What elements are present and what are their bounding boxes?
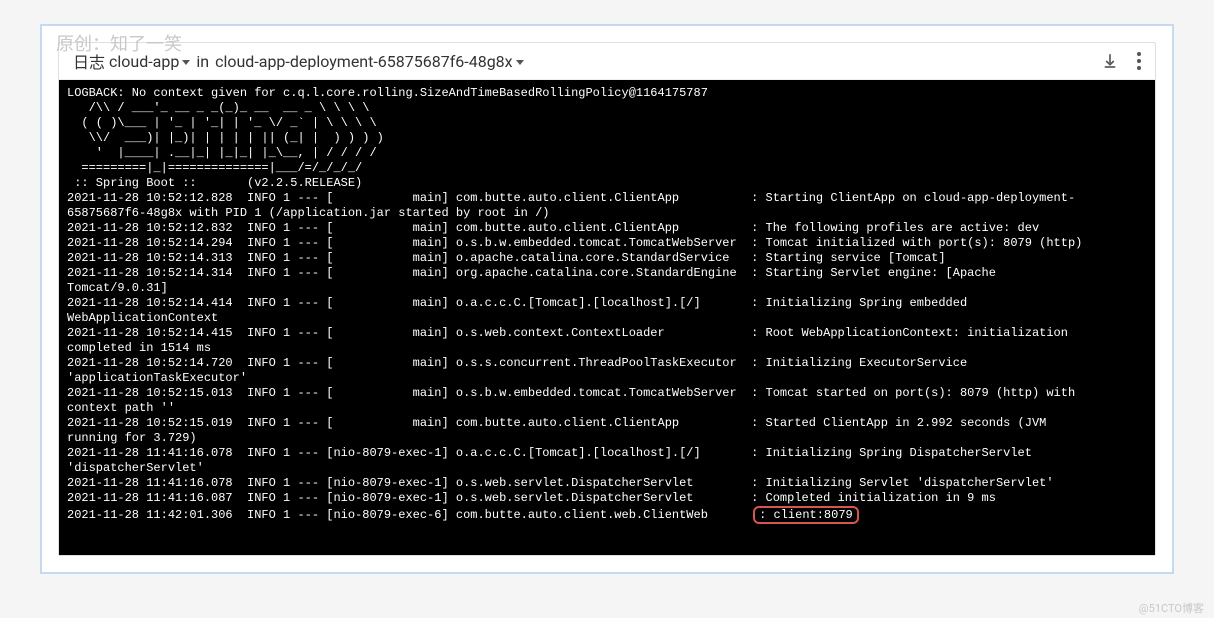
log-line: context path '': [67, 401, 1147, 416]
log-line: 2021-11-28 11:41:16.087 INFO 1 --- [nio-…: [67, 491, 1147, 506]
log-line: 2021-11-28 10:52:15.013 INFO 1 --- [ mai…: [67, 386, 1147, 401]
log-line: 2021-11-28 11:41:16.078 INFO 1 --- [nio-…: [67, 446, 1147, 461]
spring-banner: /\\ / ___'_ __ _ _(_)_ __ __ _ \ \ \ \ (…: [67, 101, 1147, 191]
log-line: 2021-11-28 10:52:14.314 INFO 1 --- [ mai…: [67, 266, 1147, 281]
log-line: 2021-11-28 10:52:14.414 INFO 1 --- [ mai…: [67, 296, 1147, 311]
header-actions: [1101, 52, 1141, 70]
download-icon[interactable]: [1101, 52, 1119, 70]
log-line: Tomcat/9.0.31]: [67, 281, 1147, 296]
log-console[interactable]: LOGBACK: No context given for c.q.l.core…: [59, 80, 1155, 555]
log-line: LOGBACK: No context given for c.q.l.core…: [67, 86, 1147, 101]
pod-selector-value: cloud-app-deployment-65875687f6-48g8x: [215, 52, 513, 71]
log-line: 'applicationTaskExecutor': [67, 371, 1147, 386]
log-line: 2021-11-28 11:42:01.306 INFO 1 --- [nio-…: [67, 506, 1147, 524]
log-line: 2021-11-28 10:52:15.019 INFO 1 --- [ mai…: [67, 416, 1147, 431]
log-header: 日志 cloud-app in cloud-app-deployment-658…: [59, 43, 1155, 80]
log-line: 65875687f6-48g8x with PID 1 (/applicatio…: [67, 206, 1147, 221]
log-line: 2021-11-28 10:52:12.828 INFO 1 --- [ mai…: [67, 191, 1147, 206]
log-line: WebApplicationContext: [67, 311, 1147, 326]
log-line: 2021-11-28 10:52:14.294 INFO 1 --- [ mai…: [67, 236, 1147, 251]
watermark-top: 原创：知了一笑: [56, 30, 182, 56]
log-line: 'dispatcherServlet': [67, 461, 1147, 476]
log-line: 2021-11-28 10:52:14.720 INFO 1 --- [ mai…: [67, 356, 1147, 371]
log-line: 2021-11-28 11:41:16.078 INFO 1 --- [nio-…: [67, 476, 1147, 491]
log-line: running for 3.729): [67, 431, 1147, 446]
log-line: 2021-11-28 10:52:14.415 INFO 1 --- [ mai…: [67, 326, 1147, 341]
log-panel: 日志 cloud-app in cloud-app-deployment-658…: [58, 42, 1156, 556]
pod-selector[interactable]: cloud-app-deployment-65875687f6-48g8x: [215, 52, 524, 71]
chevron-down-icon: [182, 60, 190, 65]
highlight-annotation: : client:8079: [753, 506, 859, 524]
chevron-down-icon: [516, 60, 524, 65]
in-label: in: [196, 52, 209, 71]
kebab-menu-icon[interactable]: [1137, 52, 1141, 70]
watermark-bottom: @51CTO博客: [1139, 600, 1204, 616]
log-line: completed in 1514 ms: [67, 341, 1147, 356]
log-line: 2021-11-28 10:52:14.313 INFO 1 --- [ mai…: [67, 251, 1147, 266]
outer-frame: 日志 cloud-app in cloud-app-deployment-658…: [40, 24, 1174, 574]
log-line: 2021-11-28 10:52:12.832 INFO 1 --- [ mai…: [67, 221, 1147, 236]
log-header-left: 日志 cloud-app in cloud-app-deployment-658…: [73, 49, 1095, 73]
